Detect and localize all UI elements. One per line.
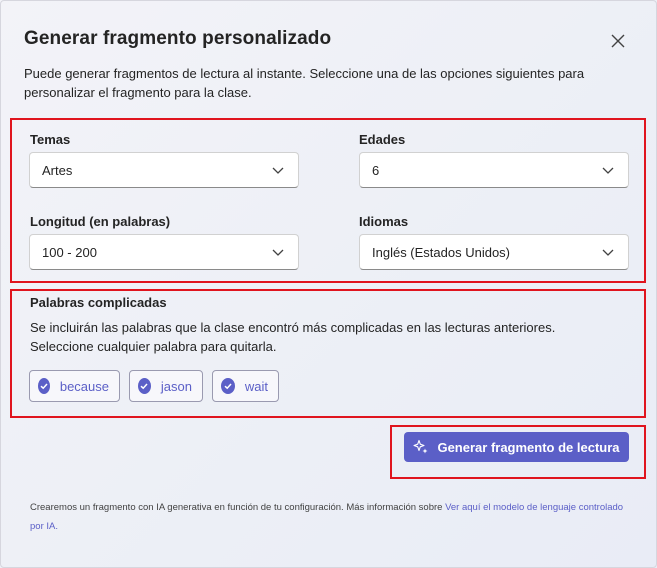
longitud-dropdown[interactable]: 100 - 200 — [29, 234, 299, 270]
footer-text: Crearemos un fragmento con IA generativa… — [30, 502, 446, 513]
generate-passage-dialog: Generar fragmento personalizado Puede ge… — [0, 0, 657, 568]
difficult-words-title: Palabras complicadas — [30, 295, 167, 310]
edades-dropdown[interactable]: 6 — [359, 152, 629, 188]
edades-value: 6 — [372, 162, 380, 178]
chevron-down-icon — [602, 167, 614, 174]
close-icon — [611, 34, 625, 48]
word-chip-label: because — [59, 378, 109, 394]
idiomas-dropdown[interactable]: Inglés (Estados Unidos) — [359, 234, 629, 270]
longitud-label: Longitud (en palabras) — [30, 214, 171, 229]
temas-dropdown[interactable]: Artes — [29, 152, 299, 188]
chevron-down-icon — [272, 167, 284, 174]
idiomas-label: Idiomas — [359, 214, 409, 229]
temas-label: Temas — [30, 132, 71, 147]
word-chip-label: wait — [244, 378, 268, 394]
close-button[interactable] — [605, 28, 631, 54]
difficult-words-description: Se incluirán las palabras que la clase e… — [30, 320, 556, 354]
checkmark-icon — [221, 378, 235, 394]
edades-label: Edades — [359, 132, 406, 147]
checkmark-icon — [138, 378, 151, 394]
word-chip-jason[interactable]: jason — [129, 370, 203, 402]
dialog-description: Puede generar fragmentos de lectura al i… — [24, 66, 585, 100]
chevron-down-icon — [272, 249, 284, 256]
word-chip-wait[interactable]: wait — [212, 370, 279, 402]
checkmark-icon — [38, 378, 50, 394]
generate-button-label: Generar fragmento de lectura — [437, 439, 620, 455]
idiomas-value: Inglés (Estados Unidos) — [372, 244, 511, 260]
dialog-title: Generar fragmento personalizado — [24, 28, 332, 49]
chevron-down-icon — [602, 249, 614, 256]
sparkle-icon — [413, 439, 428, 454]
longitud-value: 100 - 200 — [42, 244, 97, 260]
word-chip-because[interactable]: because — [29, 370, 120, 402]
temas-value: Artes — [42, 162, 73, 178]
word-chip-label: jason — [160, 378, 192, 394]
footer-note: Crearemos un fragmento con IA generativa… — [30, 498, 630, 536]
generate-passage-button[interactable]: Generar fragmento de lectura — [404, 432, 629, 462]
